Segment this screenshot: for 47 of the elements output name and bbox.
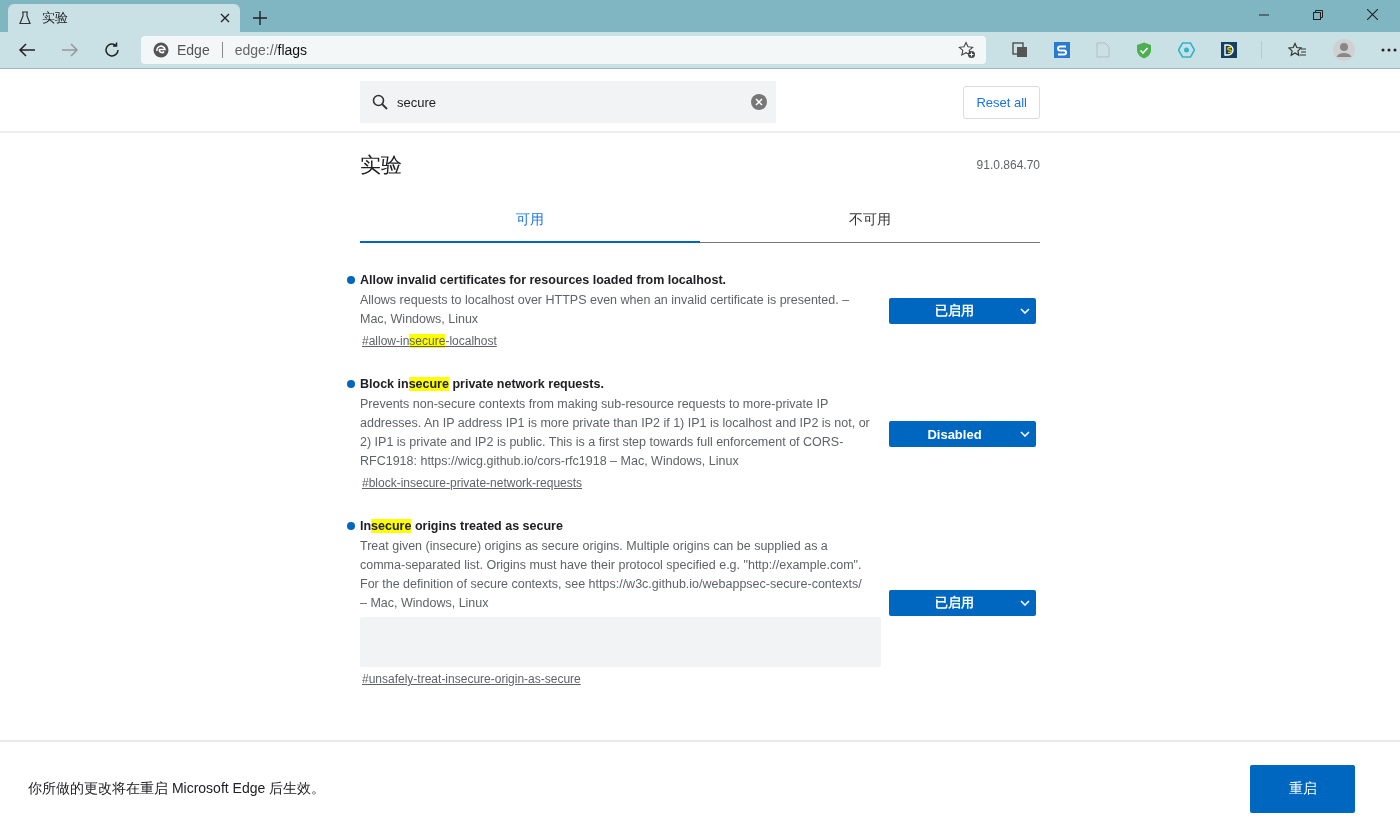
shield-icon[interactable] [1136,41,1152,59]
flag-link[interactable]: #unsafely-treat-insecure-origin-as-secure [362,672,581,686]
tab[interactable]: 可用 [360,201,700,243]
flag-link[interactable]: #block-insecure-private-network-requests [362,476,583,490]
flask-icon [18,11,32,25]
favorites-icon[interactable] [1288,41,1307,59]
restore-icon[interactable] [1313,10,1323,20]
reset-all-button[interactable]: Reset all [963,85,1040,119]
add-favorite-icon[interactable] [958,41,976,59]
bullet-dot [347,276,355,284]
flag-description: Allows requests to localhost over HTTPS even when an invalid certificate is presented. – Mac, Windows, Linux [360,292,851,328]
chevron-down-icon [1020,308,1030,314]
flag-description: Prevents non-secure contexts from making sub-resource requests to more-private IP addresses. An IP address IP1 is more private than IP2 if 1) IP1 is localhost and IP2 is not, or 2) IP1 is private and IP2 is public. This is a first step towards full enforcement of CORS-RFC1918: https://wicg.github.io/cors-rfc1918 – Mac, Windows, Linux [360,396,871,470]
chevron-down-icon [1020,600,1030,606]
search-icon [372,94,388,110]
clear-icon[interactable] [751,94,767,110]
search-field[interactable]: secure [360,81,776,123]
flag-state-dropdown[interactable]: 已启用 [889,298,1036,324]
chevron-down-icon [1020,431,1030,437]
restart-message: 你所做的更改将在重启 Microsoft Edge 后生效。 [28,780,326,798]
tab[interactable]: 不可用 [700,201,1040,243]
new-tab-icon[interactable] [253,11,267,25]
browser-tab[interactable]: 实验 [8,4,240,32]
flag-description: Treat given (insecure) origins as secure origins. Multiple origins can be supplied as a comma-separated list. Origins must have their protocol specified e.g. "http://example.com". For the definition of secure contexts, see https://w3c.github.io/webappsec-secure-contexts/ – Mac, Windows, Linux [360,538,863,612]
page-title: 实验 [360,152,402,178]
s-extension-icon[interactable] [1054,42,1070,58]
d-extension-icon[interactable] [1221,42,1237,58]
flag-title: Allow invalid certificates for resources loaded from localhost. [360,273,727,287]
edge-logo-icon [153,42,169,58]
more-icon[interactable] [1381,48,1397,52]
close-tab-icon[interactable] [220,13,230,23]
flag-state-dropdown[interactable]: Disabled [889,421,1036,447]
tab-title: 实验 [42,9,69,27]
close-icon[interactable] [1367,9,1378,20]
address-bar[interactable]: Edge edge://flags [141,36,986,64]
flag-state-dropdown[interactable]: 已启用 [889,590,1036,616]
flag-title: Block insecure private network requests. [360,377,604,391]
restart-button[interactable]: 重启 [1250,765,1355,813]
collections-icon[interactable] [1012,42,1028,58]
bullet-dot [347,522,355,530]
url-text: edge://flags [234,42,308,58]
refresh-icon[interactable] [104,42,120,58]
profile-avatar-icon[interactable] [1333,39,1355,61]
site-label: Edge [177,42,210,58]
back-icon[interactable] [18,42,36,58]
version-text: 91.0.864.70 [976,158,1040,172]
bullet-dot [347,380,355,388]
